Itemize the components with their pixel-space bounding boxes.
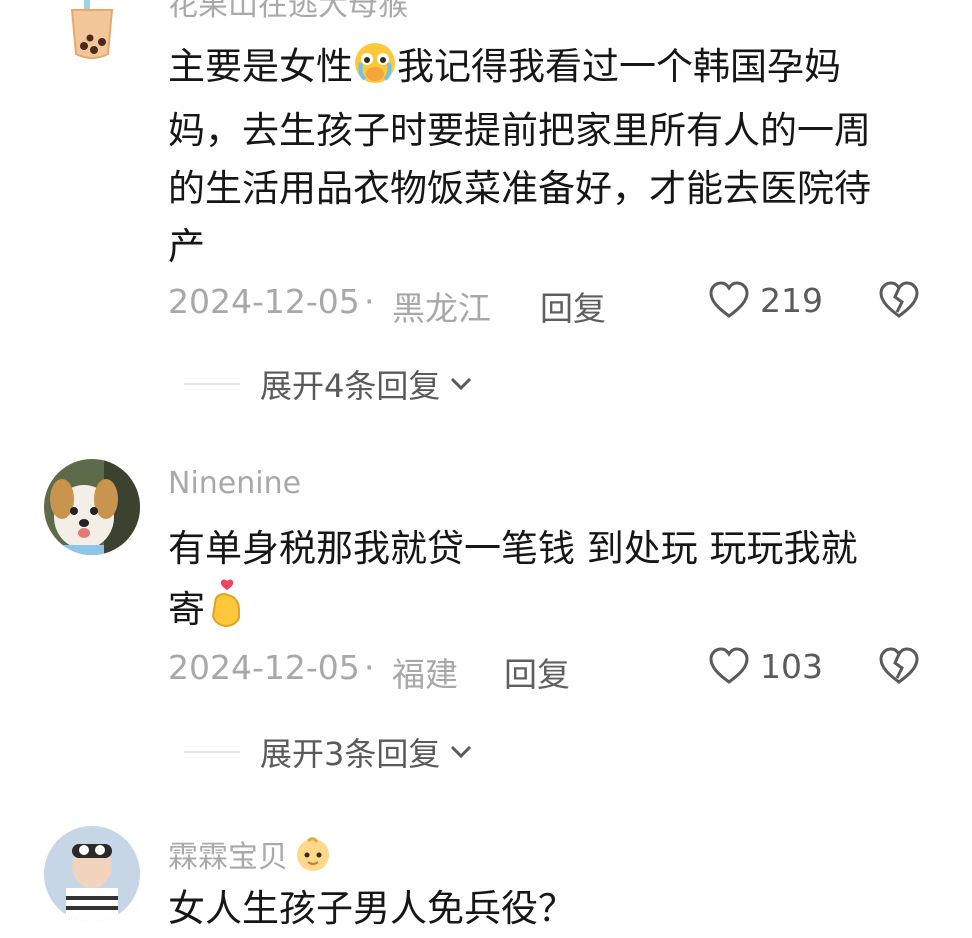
comment-text: 女人生孩子男人免兵役？ — [168, 887, 575, 930]
chevron-down-icon — [451, 377, 472, 391]
baby-emoji — [294, 835, 332, 881]
like-count: 219 — [760, 280, 823, 320]
comment-meta: 2024-12-05 · 福建 回复 103 — [168, 646, 938, 696]
divider — [184, 751, 240, 753]
dog-avatar — [44, 459, 140, 555]
broken-heart-icon — [879, 647, 919, 684]
comment-date: 2024-12-05 — [168, 648, 360, 687]
bubble-tea-icon — [44, 0, 140, 72]
baby-avatar — [44, 826, 140, 922]
chevron-down-icon — [451, 745, 472, 759]
divider — [184, 383, 240, 385]
crying-face-emoji — [353, 41, 397, 102]
username[interactable]: 花果山在逃大母猴 — [168, 0, 408, 24]
heart-icon — [709, 647, 749, 684]
comment-date: 2024-12-05 — [168, 282, 360, 321]
like-count: 103 — [760, 646, 823, 686]
avatar[interactable] — [44, 826, 140, 922]
expand-replies-button[interactable]: 展开3条回复 — [184, 730, 474, 774]
broken-heart-icon — [879, 281, 919, 318]
dislike-button[interactable] — [878, 280, 920, 328]
avatar[interactable] — [44, 0, 140, 72]
comment-location: 黑龙江 — [392, 289, 491, 328]
heart-icon — [709, 281, 749, 318]
dislike-button[interactable] — [878, 646, 920, 694]
expand-replies-button[interactable]: 展开4条回复 — [184, 362, 474, 406]
comment-location: 福建 — [392, 655, 458, 694]
avatar[interactable] — [44, 459, 140, 555]
comment-text: 有单身税那我就贷一笔钱 到处玩 玩玩我就 寄 — [168, 520, 938, 645]
like-button[interactable]: 219 — [708, 280, 823, 320]
username[interactable]: 霖霖宝贝 — [168, 832, 332, 881]
username[interactable]: Ninenine — [168, 466, 301, 501]
reply-button[interactable]: 回复 — [504, 648, 570, 696]
finger-heart-emoji — [205, 578, 249, 645]
comment-text: 主要是女性 我记得我看过一个韩国孕妈 妈，去生孩子时要提前把家里所有人的一周 的生… — [168, 38, 938, 276]
reply-button[interactable]: 回复 — [540, 282, 606, 330]
comment-meta: 2024-12-05 · 黑龙江 回复 219 — [168, 280, 938, 330]
like-button[interactable]: 103 — [708, 646, 823, 686]
